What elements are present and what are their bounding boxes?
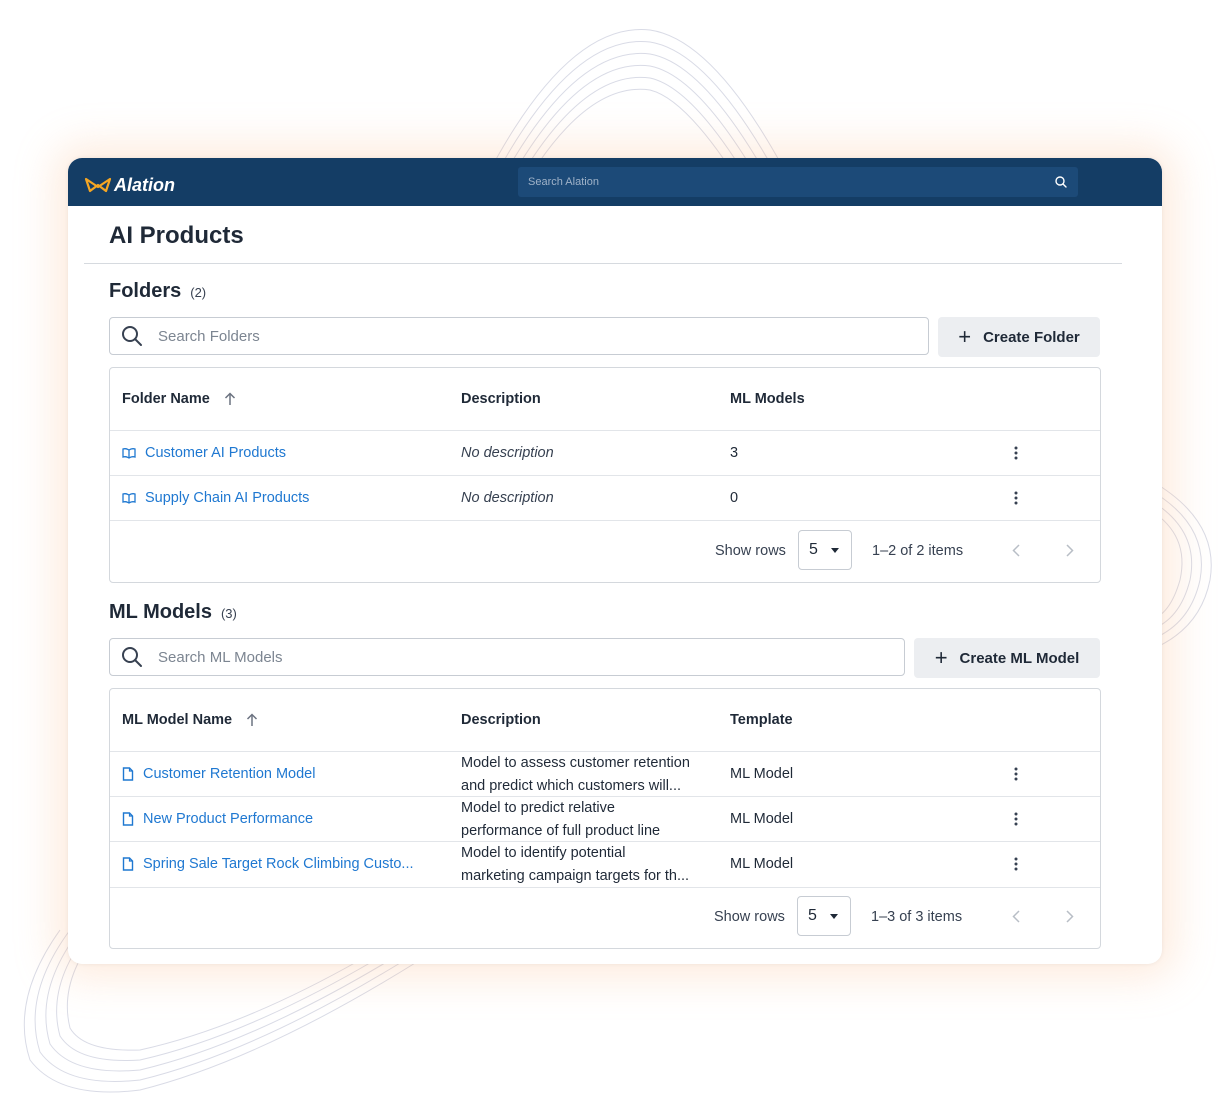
chevron-right-icon[interactable] [1060, 540, 1080, 560]
rows-per-page-value: 5 [809, 541, 818, 558]
column-header-description[interactable]: Description [461, 712, 541, 728]
search-icon [122, 326, 142, 346]
folder-ml-model-count: 0 [730, 490, 739, 506]
folders-search-input[interactable] [156, 326, 928, 346]
folders-heading: Folders [109, 280, 182, 302]
ml-model-link-new-product-performance[interactable]: New Product Performance [122, 811, 313, 827]
caret-down-icon [830, 913, 838, 919]
rows-per-page-select[interactable]: 5 [798, 530, 852, 570]
row-divider [110, 520, 1100, 521]
top-nav-bar: Alation [68, 158, 1162, 206]
rows-per-page-value: 5 [808, 907, 817, 924]
folders-table: Folder Name Description ML Models Custom… [109, 367, 1101, 583]
document-icon [122, 857, 134, 871]
folder-link-customer-ai-products[interactable]: Customer AI Products [122, 445, 286, 461]
ml-model-template: ML Model [730, 766, 794, 782]
ml-models-section-title: ML Models (3) [109, 601, 237, 624]
create-folder-label: Create Folder [983, 328, 1080, 346]
folder-description: No description [461, 445, 554, 461]
kebab-menu-icon[interactable] [1006, 854, 1026, 874]
ml-model-link-spring-sale-target[interactable]: Spring Sale Target Rock Climbing Custo..… [122, 856, 414, 872]
folders-count: (2) [190, 285, 207, 300]
folders-section-title: Folders (2) [109, 280, 206, 303]
search-icon [122, 647, 142, 667]
ml-model-description: Model to predict relative performance of… [461, 800, 661, 839]
ml-model-template: ML Model [730, 811, 794, 827]
column-header-description[interactable]: Description [461, 391, 541, 407]
column-header-ml-model-name[interactable]: ML Model Name [122, 712, 258, 728]
kebab-menu-icon[interactable] [1006, 809, 1026, 829]
search-icon[interactable] [1054, 175, 1068, 189]
folders-search-box[interactable] [109, 317, 929, 355]
column-header-ml-models[interactable]: ML Models [730, 391, 805, 407]
folder-description: No description [461, 490, 554, 506]
chevron-left-icon[interactable] [1006, 906, 1026, 926]
page-title: AI Products [109, 222, 244, 249]
ml-models-table: ML Model Name Description Template Custo… [109, 688, 1101, 949]
alation-logo[interactable]: Alation [84, 174, 175, 196]
ml-model-description: Model to identify potential marketing ca… [461, 845, 690, 884]
global-search-bar[interactable] [518, 167, 1078, 197]
folder-ml-model-count: 3 [730, 445, 739, 461]
ml-model-template: ML Model [730, 856, 794, 872]
app-window: Alation AI Products Folders (2) + Create… [68, 158, 1162, 964]
book-open-icon [122, 448, 136, 459]
ml-models-heading: ML Models [109, 601, 212, 623]
show-rows-label: Show rows [714, 909, 785, 925]
kebab-menu-icon[interactable] [1006, 764, 1026, 784]
kebab-menu-icon[interactable] [1006, 488, 1026, 508]
document-icon [122, 767, 134, 781]
column-header-folder-name[interactable]: Folder Name [122, 391, 236, 407]
global-search-input[interactable] [526, 175, 1054, 189]
arrow-up-icon[interactable] [246, 713, 258, 727]
title-divider [84, 263, 1122, 264]
plus-icon: + [958, 324, 972, 349]
ml-model-link-customer-retention-model[interactable]: Customer Retention Model [122, 766, 315, 782]
kebab-menu-icon[interactable] [1006, 443, 1026, 463]
row-divider [110, 887, 1100, 888]
header-divider [110, 430, 1100, 431]
show-rows-label: Show rows [715, 543, 786, 559]
chevron-right-icon[interactable] [1060, 906, 1080, 926]
ml-models-search-input[interactable] [156, 647, 904, 667]
rows-per-page-select[interactable]: 5 [797, 896, 851, 936]
pagination-range: 1–3 of 3 items [871, 909, 963, 925]
book-open-icon [122, 493, 136, 504]
row-divider [110, 475, 1100, 476]
pagination-range: 1–2 of 2 items [872, 543, 964, 559]
ml-models-count: (3) [220, 606, 237, 621]
create-folder-button[interactable]: + Create Folder [938, 317, 1100, 357]
chevron-left-icon[interactable] [1006, 540, 1026, 560]
app-name: Alation [114, 174, 175, 195]
plus-icon: + [934, 645, 948, 670]
folder-link-supply-chain-ai-products[interactable]: Supply Chain AI Products [122, 490, 309, 506]
arrow-up-icon[interactable] [224, 392, 236, 406]
ml-models-search-box[interactable] [109, 638, 905, 676]
create-ml-model-button[interactable]: + Create ML Model [914, 638, 1100, 678]
column-header-template[interactable]: Template [730, 712, 793, 728]
create-ml-model-label: Create ML Model [959, 649, 1080, 667]
alation-bowtie-icon [84, 177, 112, 193]
ml-model-description: Model to assess customer retention and p… [461, 755, 690, 794]
document-icon [122, 812, 134, 826]
caret-down-icon [831, 547, 839, 553]
